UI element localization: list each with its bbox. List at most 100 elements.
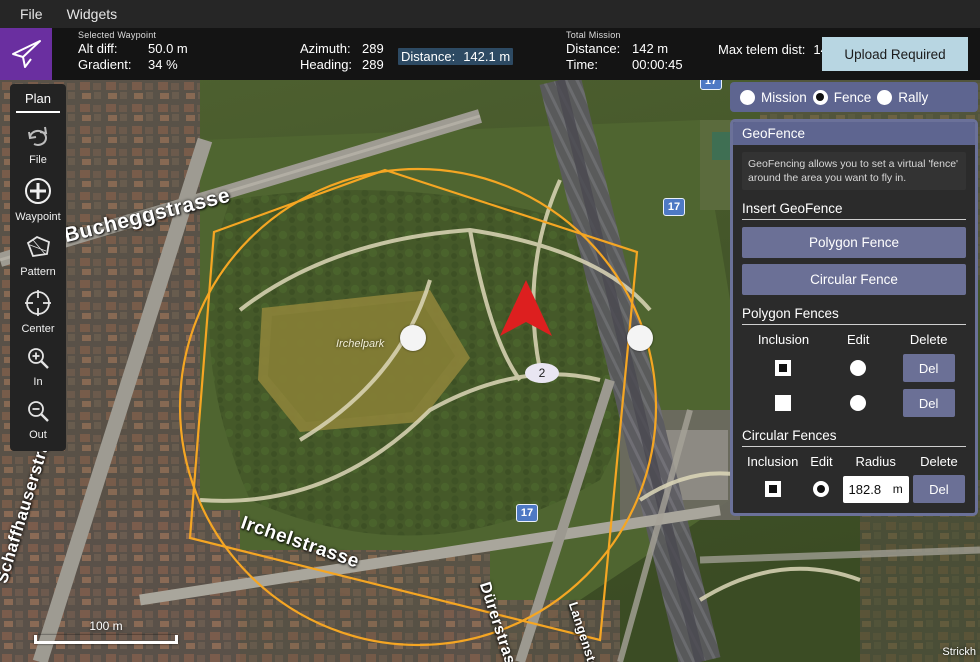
app-window: Bucheggstrasse Irchelstrasse Schaffhause… [0,0,980,662]
route-shield-17[interactable]: 17 [516,504,538,522]
circular-delete-button[interactable]: Del [913,475,965,503]
polygon-fence-button[interactable]: Polygon Fence [742,227,966,258]
alt-diff-readout: Alt diff: 50.0 m [78,41,188,56]
zoom-out-icon [26,399,50,428]
waypoint-distance-block: Distance: 142.1 m [398,28,566,80]
table-row [825,395,891,411]
polygon-delete-button[interactable]: Del [903,354,955,382]
scalebar-line [34,635,178,644]
column-header-inclusion: Inclusion [742,454,803,469]
table-row: Del [891,354,966,382]
polygon-icon [24,234,52,265]
table-row [825,360,891,376]
mission-distance-readout: Distance: 142 m [566,41,683,56]
circular-delete-cell: Del [912,475,966,503]
route-shield-17[interactable]: 17 [663,198,685,216]
circular-edit-cell [803,481,839,497]
polygon-delete-button[interactable]: Del [903,389,955,417]
total-mission-caption: Total Mission [566,30,621,40]
circular-inclusion-checkbox[interactable] [765,481,781,497]
plan-tool-pattern[interactable]: Pattern [10,227,66,282]
azimuth-readout: Azimuth: 289 [300,41,384,56]
plan-tool-center[interactable]: Center [10,282,66,339]
plan-tool-zoom-out[interactable]: Out [10,392,66,445]
polygon-fences-divider [742,324,966,325]
waypoint-marker[interactable] [627,325,653,351]
circular-fence-button[interactable]: Circular Fence [742,264,966,295]
menu-item-file[interactable]: File [8,2,55,26]
upload-required-button[interactable]: Upload Required [822,37,968,71]
azimuth-label: Azimuth: [300,41,362,56]
radio-fence-selected-icon[interactable] [813,90,828,105]
heading-readout: Heading: 289 [300,57,384,72]
table-row [742,395,825,411]
plan-tool-file[interactable]: File [10,117,66,170]
route-shield-17[interactable]: 17 [700,80,722,90]
plan-tool-zoom-in[interactable]: In [10,339,66,392]
plan-tool-label: Out [29,429,47,441]
status-toolbar: Selected Waypoint Alt diff: 50.0 m Gradi… [0,28,980,80]
waypoint-distance-readout: Distance: 142.1 m [398,48,513,65]
plan-toolbar-title: Plan [25,88,51,111]
radius-unit-label: m [893,482,903,496]
plan-toolbar: Plan File Waypoint [10,84,66,451]
plan-mode-selector: Mission Fence Rally [730,82,978,112]
circular-radius-field[interactable]: m [843,476,909,503]
plan-tool-label: Center [21,323,54,335]
mode-option-mission[interactable]: Mission [740,90,807,105]
menu-bar: File Widgets [0,0,980,28]
mode-option-label: Rally [898,90,928,105]
gradient-value: 34 % [148,57,178,72]
mission-distance-value: 142 m [632,41,668,56]
plan-tool-label: File [29,154,47,166]
polygon-fences-title: Polygon Fences [742,306,966,321]
file-sync-icon [25,124,51,153]
plan-tool-label: Waypoint [15,211,60,223]
app-logo[interactable] [0,28,52,80]
mission-distance-label: Distance: [566,41,632,56]
vehicle-arrow-icon[interactable] [498,278,554,342]
polygon-edit-radio[interactable] [850,360,866,376]
circular-edit-radio[interactable] [813,481,829,497]
plan-tool-waypoint[interactable]: Waypoint [10,170,66,227]
insert-geofence-divider [742,219,966,220]
mission-time-label: Time: [566,57,632,72]
table-row: Del [891,389,966,417]
plan-toolbar-divider [16,111,60,113]
column-header-delete: Delete [891,332,966,347]
mode-option-label: Mission [761,90,807,105]
plan-tool-label: In [33,376,42,388]
menu-item-widgets[interactable]: Widgets [55,2,130,26]
circular-fences-header: Inclusion Edit Radius Delete [742,454,966,469]
crosshair-icon [24,289,52,322]
paper-plane-icon [9,38,43,70]
plan-tool-label: Pattern [20,266,55,278]
polygon-inclusion-checkbox[interactable] [775,395,791,411]
radio-rally-icon[interactable] [877,90,892,105]
selected-waypoint-block: Selected Waypoint Alt diff: 50.0 m Gradi… [78,28,300,80]
waypoint-marker[interactable] [400,325,426,351]
selected-waypoint-caption: Selected Waypoint [78,30,156,40]
waypoint-distance-value: 142.1 m [463,49,510,64]
table-row: m Del [742,475,966,503]
heading-label: Heading: [300,57,362,72]
polygon-inclusion-checkbox[interactable] [775,360,791,376]
geofence-description: GeoFencing allows you to set a virtual '… [742,152,966,190]
radius-input[interactable] [849,482,893,497]
circular-fences-divider [742,446,966,447]
azimuth-heading-block: Azimuth: 289 Heading: 289 [300,28,398,80]
radio-mission-icon[interactable] [740,90,755,105]
mode-option-rally[interactable]: Rally [877,90,928,105]
waypoint-marker-2[interactable]: 2 [525,363,559,383]
zoom-in-icon [26,346,50,375]
column-header-radius: Radius [840,454,912,469]
mode-option-fence[interactable]: Fence [813,90,872,105]
polygon-fences-table: Inclusion Edit Delete Del [742,332,966,417]
max-telem-label: Max telem dist: [718,42,805,57]
insert-geofence-title: Insert GeoFence [742,201,966,216]
column-header-inclusion: Inclusion [742,332,825,347]
column-header-edit: Edit [803,454,839,469]
alt-diff-label: Alt diff: [78,41,148,56]
circular-fences-title: Circular Fences [742,428,966,443]
polygon-edit-radio[interactable] [850,395,866,411]
